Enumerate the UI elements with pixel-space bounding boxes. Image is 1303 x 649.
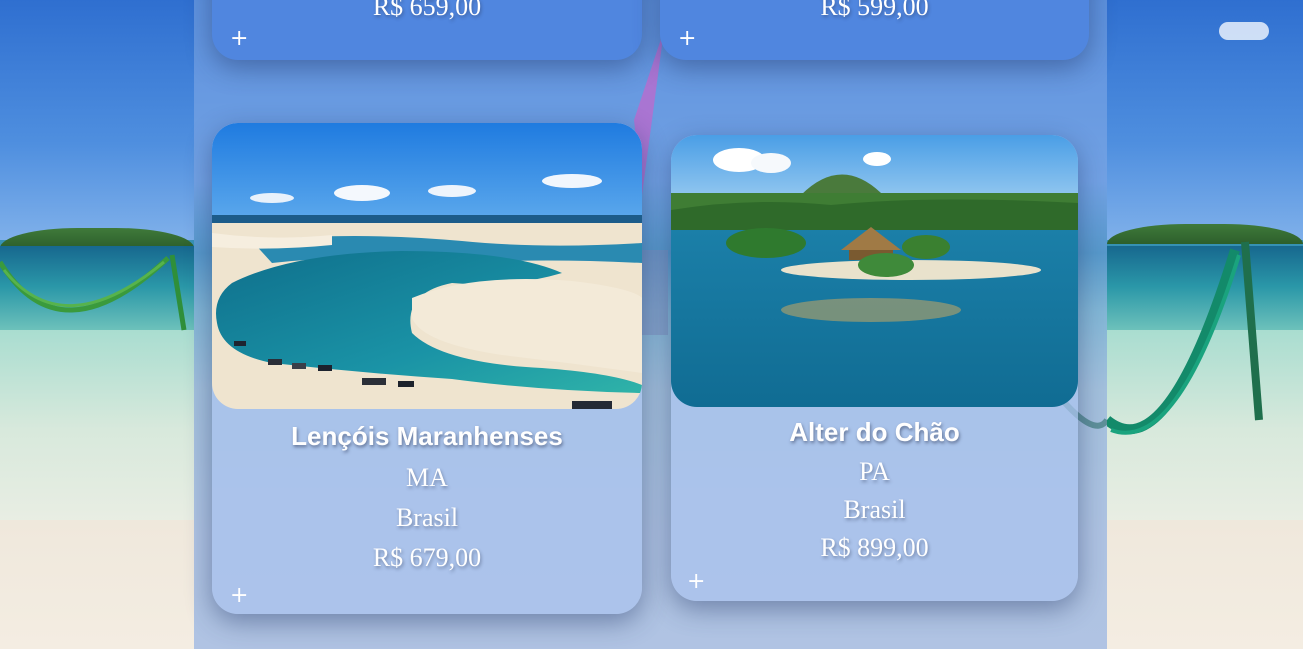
add-button[interactable]: + <box>230 585 248 607</box>
destination-card[interactable]: R$ 599,00 + <box>660 0 1089 60</box>
card-country: Brasil <box>843 495 906 524</box>
card-price: R$ 679,00 <box>372 543 482 572</box>
card-price: R$ 899,00 <box>820 533 929 562</box>
hammock-right <box>1107 241 1263 435</box>
card-title: Lençóis Maranhenses <box>291 421 563 451</box>
destination-photo <box>671 135 1078 407</box>
card-country: Brasil <box>395 503 459 532</box>
card-price: R$ 659,00 <box>372 0 482 21</box>
add-button[interactable]: + <box>678 28 696 50</box>
card-state: PA <box>859 457 890 486</box>
destination-card[interactable]: Alter do Chão PA Brasil R$ 899,00 + <box>671 135 1078 601</box>
card-state: MA <box>406 463 448 492</box>
destination-card[interactable]: Lençóis Maranhenses MA Brasil R$ 679,00 … <box>212 123 642 614</box>
hammock-left <box>0 254 187 331</box>
add-button[interactable]: + <box>230 28 248 50</box>
add-button[interactable]: + <box>687 571 705 593</box>
background-beach-right <box>1107 0 1303 649</box>
card-title: Alter do Chão <box>789 417 960 447</box>
card-price: R$ 599,00 <box>820 0 929 21</box>
destination-photo <box>212 123 642 409</box>
background-beach-left <box>0 0 194 649</box>
destination-card[interactable]: R$ 659,00 + <box>212 0 642 60</box>
